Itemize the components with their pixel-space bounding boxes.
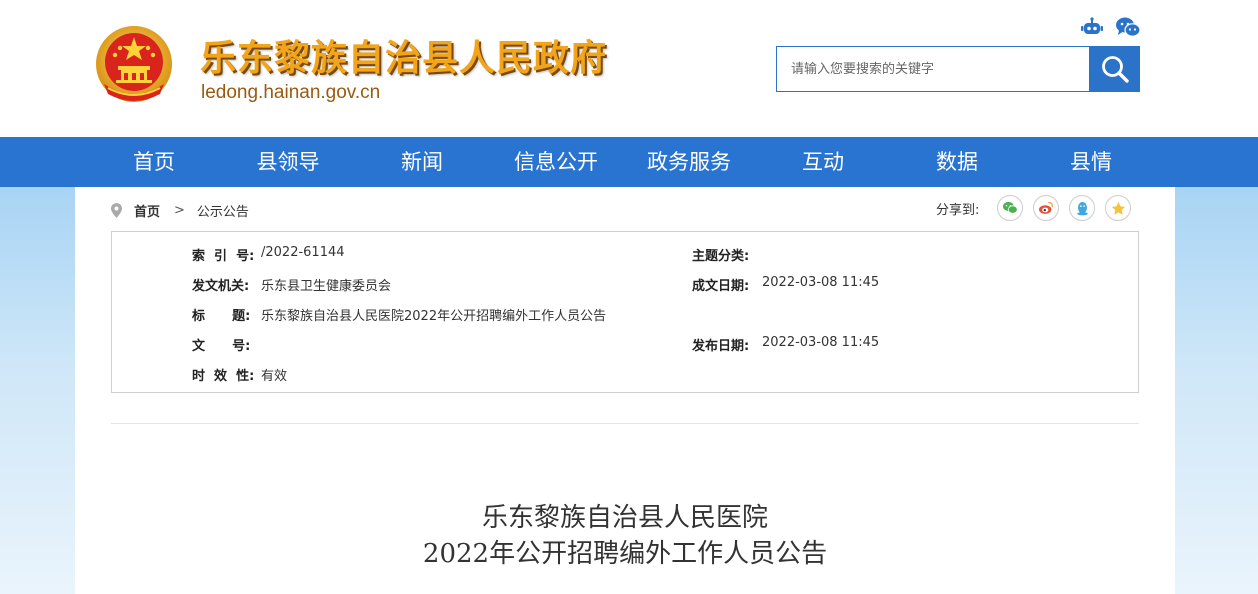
meta-validity-value: 有效 [261, 369, 288, 384]
wechat-icon [1003, 201, 1019, 214]
wechat-icon[interactable] [1115, 16, 1141, 38]
meta-issuer-label: 发文机关: [192, 279, 250, 294]
article-title-line1: 乐东黎族自治县人民医院 [481, 503, 768, 533]
nav-item-interaction[interactable]: 互动 [773, 137, 873, 187]
breadcrumb-home[interactable]: 首页 [134, 201, 160, 220]
meta-topic-label: 主题分类: [692, 249, 750, 264]
meta-published-label: 发布日期: [692, 339, 750, 354]
meta-index-label: 索 引 号: [192, 249, 255, 264]
nav-item-data[interactable]: 数据 [907, 137, 1007, 187]
weibo-icon [1039, 201, 1054, 214]
search-icon [1101, 56, 1129, 83]
meta-index-value: /2022-61144 [261, 245, 345, 260]
breadcrumb-separator: > [174, 202, 185, 218]
breadcrumb: 首页 > 公示公告 [111, 201, 249, 220]
nav-item-services[interactable]: 政务服务 [639, 137, 739, 187]
nav-item-leaders[interactable]: 县领导 [238, 137, 338, 187]
article-title: 乐东黎族自治县人民医院 2022年公开招聘编外工作人员公告 [75, 500, 1175, 572]
share-wechat-button[interactable] [997, 195, 1024, 221]
qq-icon [1077, 201, 1088, 215]
nav-item-county-info[interactable]: 县情 [1041, 137, 1141, 187]
share-qzone-button[interactable] [1105, 195, 1132, 221]
meta-issuer-value: 乐东县卫生健康委员会 [261, 279, 392, 294]
share-qq-button[interactable] [1069, 195, 1096, 221]
site-header: 乐东黎族自治县人民政府 ledong.hainan.gov.cn [0, 0, 1258, 137]
site-title[interactable]: 乐东黎族自治县人民政府 [200, 29, 607, 81]
nav-item-home[interactable]: 首页 [104, 137, 204, 187]
breadcrumb-current[interactable]: 公示公告 [197, 201, 249, 220]
meta-published-value: 2022-03-08 11:45 [762, 335, 880, 350]
share-label: 分享到: [936, 202, 980, 218]
meta-docnum-label: 文 号: [192, 339, 251, 354]
search-button[interactable] [1089, 46, 1140, 92]
qzone-icon [1111, 201, 1126, 215]
share-bar: 分享到: [936, 195, 1132, 221]
meta-created-value: 2022-03-08 11:45 [762, 275, 880, 290]
divider [111, 423, 1139, 424]
meta-validity-label: 时 效 性: [192, 369, 255, 384]
main-nav: 首页 县领导 新闻 信息公开 政务服务 互动 数据 县情 [0, 137, 1258, 187]
header-toolbar [1081, 16, 1141, 38]
location-pin-icon [111, 202, 122, 218]
meta-created-label: 成文日期: [692, 279, 750, 294]
document-metadata: 索 引 号: /2022-61144 主题分类: 发文机关: 乐东县卫生健康委员… [111, 231, 1139, 393]
share-weibo-button[interactable] [1033, 195, 1060, 221]
search-input[interactable] [777, 47, 1089, 91]
nav-item-disclosure[interactable]: 信息公开 [506, 137, 606, 187]
site-domain: ledong.hainan.gov.cn [201, 82, 381, 103]
nav-item-news[interactable]: 新闻 [372, 137, 472, 187]
robot-icon[interactable] [1081, 16, 1103, 38]
meta-title-value: 乐东黎族自治县人民医院2022年公开招聘编外工作人员公告 [261, 309, 607, 324]
national-emblem-icon [96, 26, 172, 102]
search-box [776, 46, 1140, 92]
article-title-line2: 2022年公开招聘编外工作人员公告 [422, 539, 828, 569]
meta-title-label: 标 题: [192, 309, 251, 324]
